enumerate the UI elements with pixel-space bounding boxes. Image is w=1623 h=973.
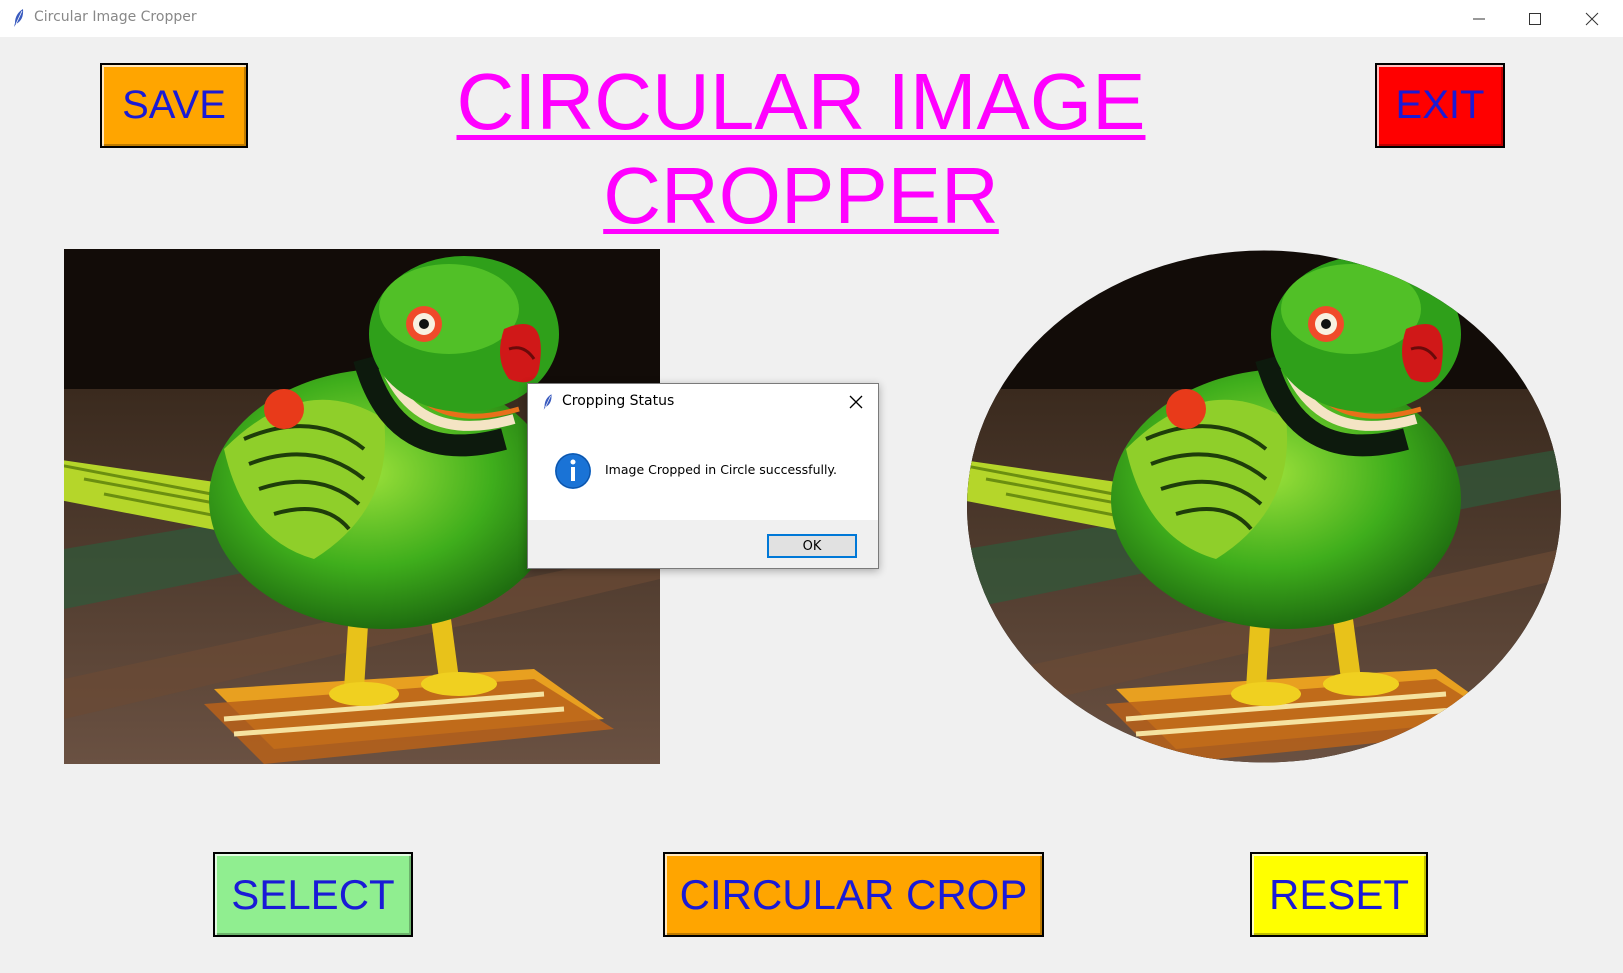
- maximize-icon: [1529, 13, 1541, 25]
- feather-icon: [14, 9, 24, 27]
- cropping-status-dialog: Cropping Status Image Cropped in Circle …: [527, 383, 879, 569]
- window-titlebar: Circular Image Cropper: [0, 0, 1623, 37]
- ok-button[interactable]: OK: [767, 534, 857, 558]
- info-icon: [555, 453, 591, 489]
- feather-icon: [543, 394, 552, 410]
- window-title: Circular Image Cropper: [34, 9, 197, 25]
- cropped-image: [966, 249, 1562, 764]
- save-button[interactable]: SAVE: [100, 63, 248, 148]
- minimize-button[interactable]: [1451, 0, 1507, 37]
- close-window-button[interactable]: [1564, 0, 1620, 37]
- close-icon: [1585, 12, 1599, 26]
- circular-crop-button[interactable]: CIRCULAR CROP: [663, 852, 1044, 937]
- dialog-footer: OK: [528, 520, 878, 568]
- maximize-button[interactable]: [1507, 0, 1563, 37]
- dialog-title: Cropping Status: [562, 393, 675, 409]
- app-title: CIRCULAR IMAGE CROPPER: [456, 57, 1146, 240]
- exit-button[interactable]: EXIT: [1375, 63, 1505, 148]
- reset-button[interactable]: RESET: [1250, 852, 1428, 937]
- dialog-close-icon[interactable]: [848, 394, 864, 410]
- dialog-message: Image Cropped in Circle successfully.: [605, 462, 838, 477]
- minimize-icon: [1473, 18, 1485, 20]
- select-button[interactable]: SELECT: [213, 852, 413, 937]
